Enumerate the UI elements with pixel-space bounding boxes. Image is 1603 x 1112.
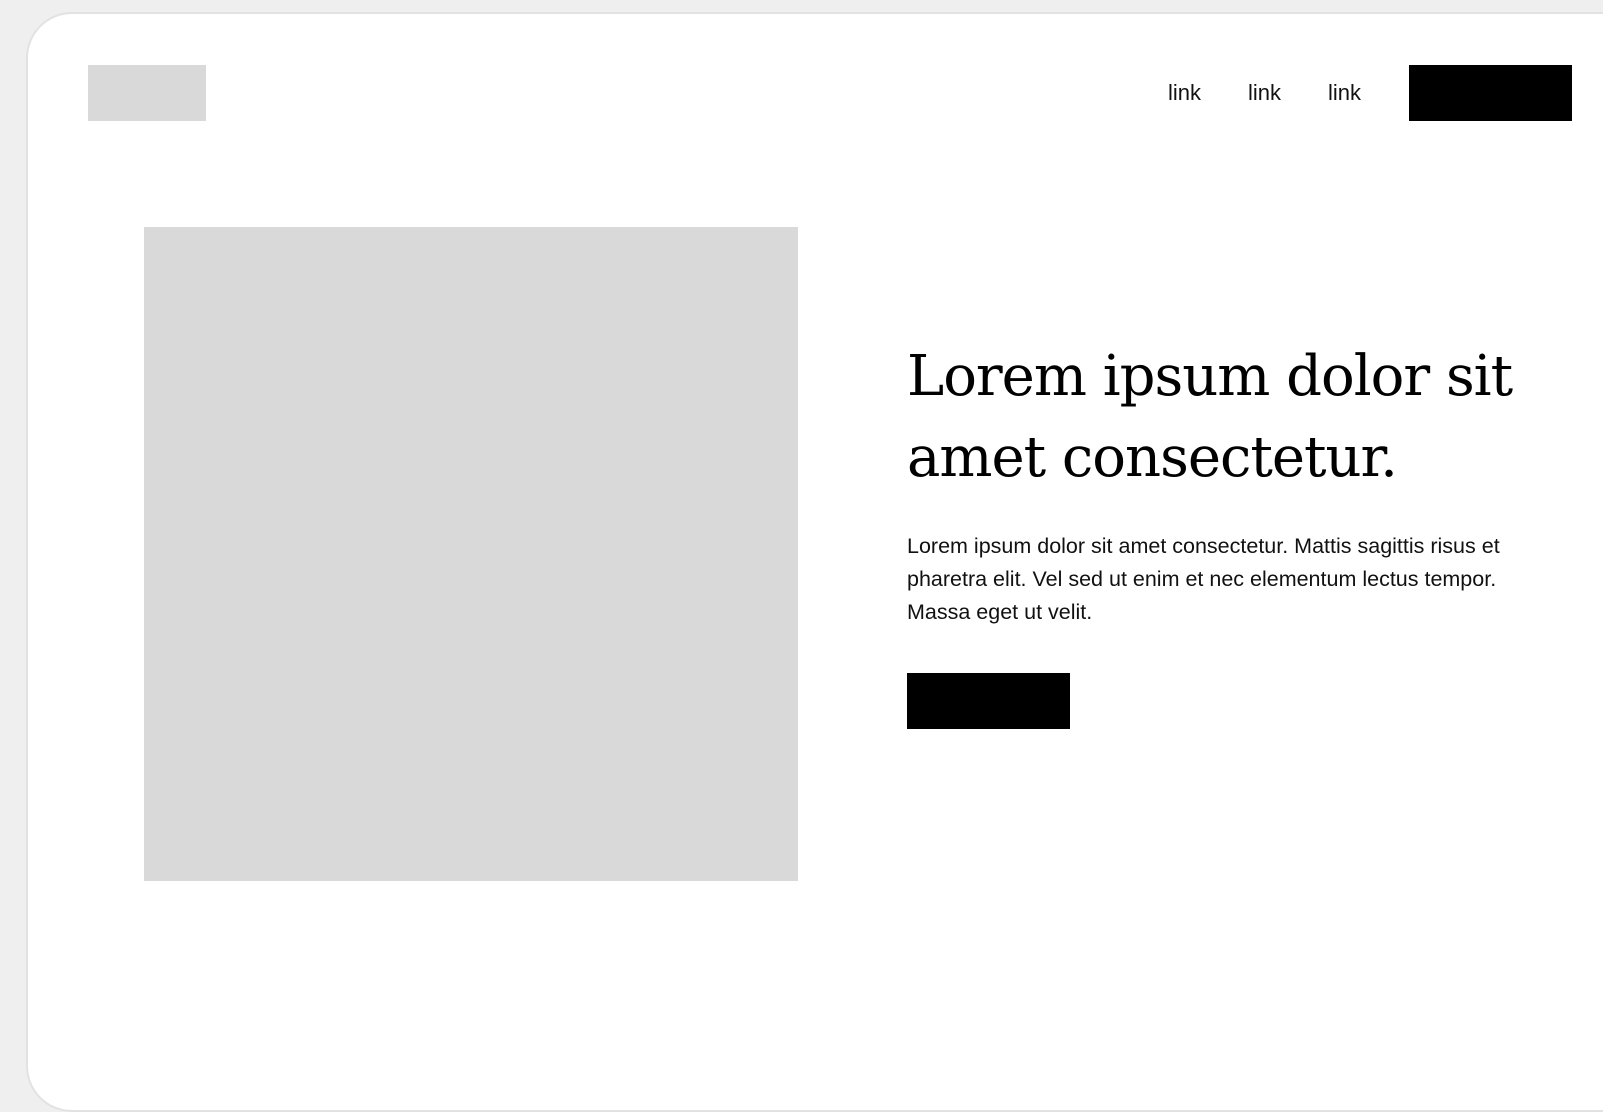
hero-cta-button[interactable]	[907, 673, 1070, 729]
hero-title: Lorem ipsum dolor sit amet consectetur.	[907, 344, 1513, 490]
nav-link-3[interactable]: link	[1328, 75, 1361, 111]
hero-image-placeholder	[144, 227, 798, 881]
header-cta-button[interactable]	[1409, 65, 1572, 121]
logo-placeholder[interactable]	[88, 65, 206, 121]
nav-link-1[interactable]: link	[1168, 75, 1201, 111]
nav-link-2[interactable]: link	[1248, 75, 1281, 111]
hero-body-text: Lorem ipsum dolor sit amet consectetur. …	[907, 534, 1500, 624]
